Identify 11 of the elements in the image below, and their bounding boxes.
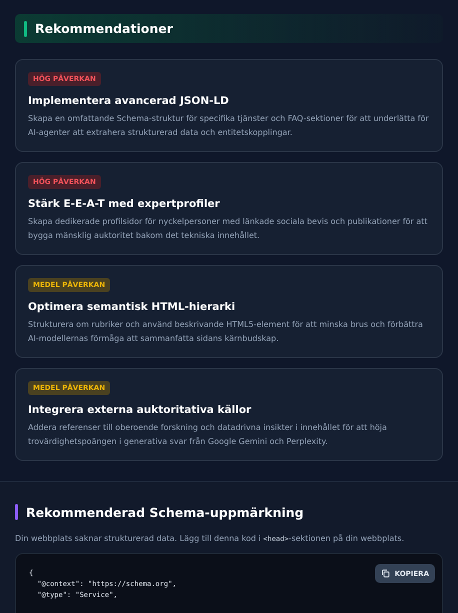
recommendation-text: Skapa dedikerade profilsidor för nyckelpersoner med länkade sociala bevis och publikationer för att bygga mänsklig auktoritet bakom det tekniska innehållet.	[28, 216, 428, 242]
recommendation-title: Integrera externa auktoritativa källor	[28, 404, 252, 416]
recommendation-text: Strukturera om rubriker och använd beskrivande HTML5-element för att minska brus och förbättra AI-modellernas förmåga att sammanfatta sidans kärnbudskap.	[28, 319, 424, 345]
recommendation-text: Skapa en omfattande Schema-struktur för specifika tjänster och FAQ-sektioner för att underlätta för AI-agenter att extrahera strukturerad data och entitetskopplingar.	[28, 113, 430, 139]
copy-icon	[380, 569, 390, 578]
section-title: Rekommenderad Schema-uppmärkning	[26, 504, 304, 520]
recommendation-title: Implementera avancerad JSON-LD	[28, 95, 229, 107]
recommendation-title: Optimera semantisk HTML-hierarki	[28, 301, 236, 313]
section-title: Rekommendationer	[35, 21, 173, 36]
recommendation-title: Stärk E-E-A-T med expertprofiler	[28, 198, 220, 210]
recommendation-text: Addera referenser till oberoende forskning och datadrivna insikter i innehållet för att höja trovärdighetspoängen i generativa svar från Google Gemini och Perplexity.	[28, 422, 388, 448]
